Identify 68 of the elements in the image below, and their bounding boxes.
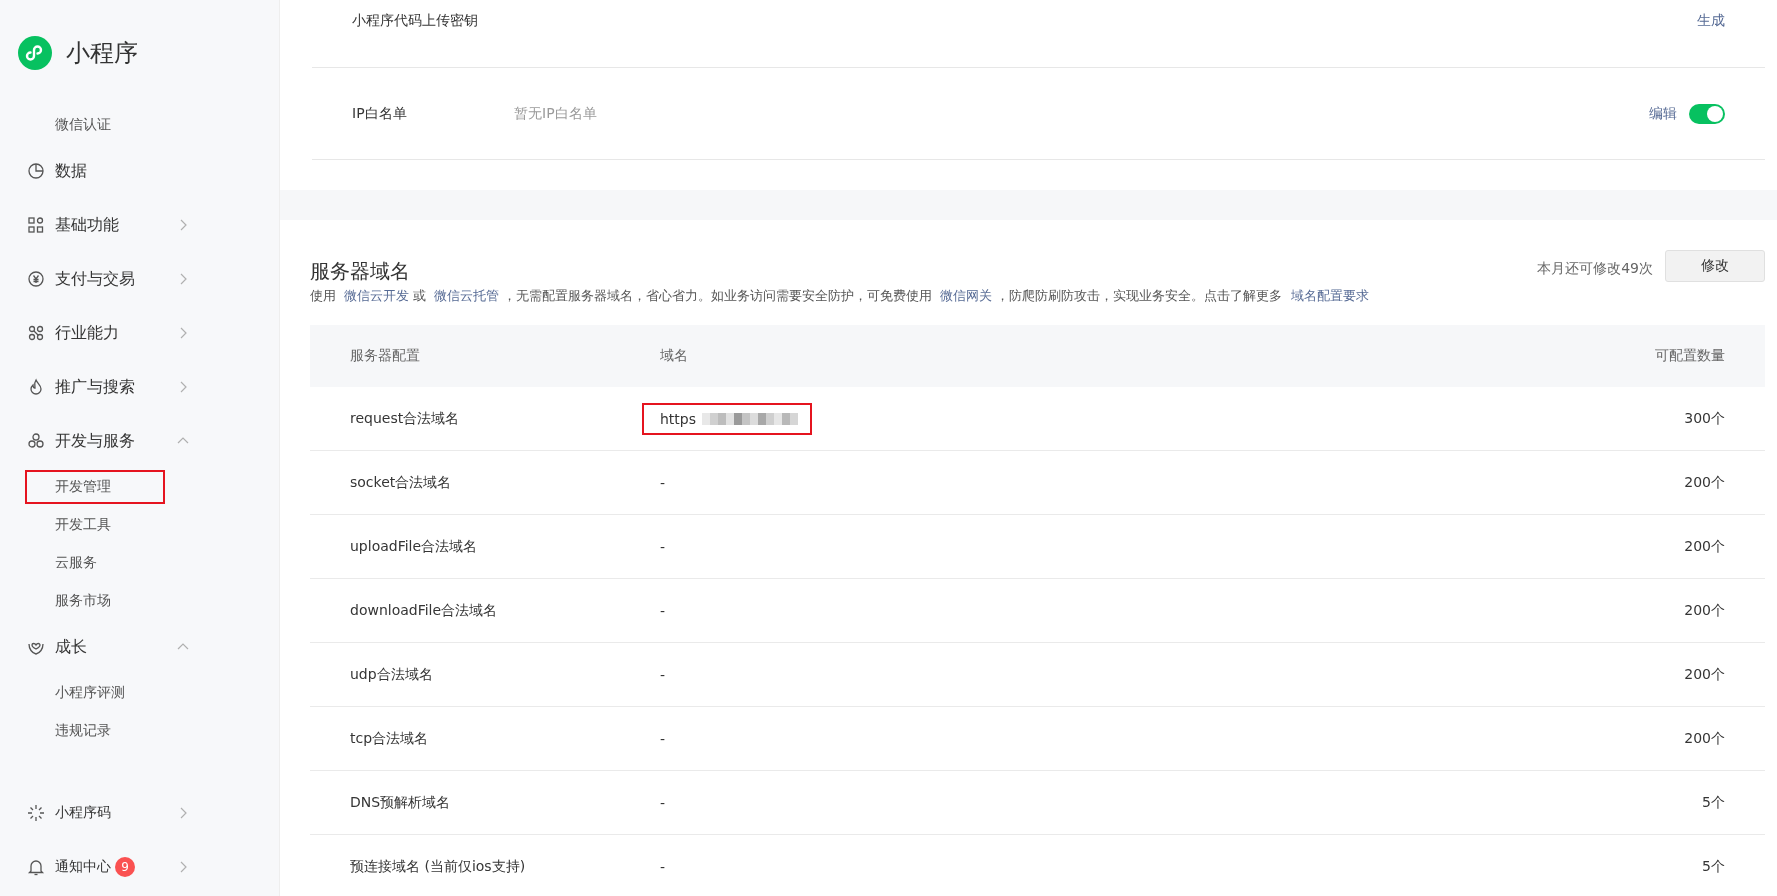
logo-icon [18, 36, 52, 70]
description-link[interactable]: 微信云开发 [344, 288, 410, 303]
table-cell: 200个 [1301, 642, 1765, 707]
count-badge: 9 [115, 857, 135, 877]
sidebar-item[interactable]: 微信认证 [25, 108, 141, 142]
table-cell: 200个 [1301, 706, 1765, 771]
table-cell-text: - [659, 729, 667, 749]
description-text: 使用 微信云开发 或 微信云托管 ，无需配置服务器域名，省心省力。如业务访问需要安全防护，可免费使用 微信网关 ，防爬防刷防攻击，实现业务安全。点击了解更多 域名配置要求 [310, 287, 1370, 305]
sidebar-item[interactable]: 违规记录 [25, 714, 141, 748]
table-cell: DNS预解析域名 [310, 770, 659, 835]
table-cell: 200个 [1301, 578, 1765, 643]
pie-chart-icon [27, 162, 45, 180]
sidebar-group[interactable]: 成长 [0, 620, 279, 674]
table-cell: 200个 [1301, 450, 1765, 515]
yen-icon [27, 270, 45, 288]
sidebar-item[interactable]: 开发管理 [25, 470, 165, 504]
setting-value: 暂无IP白名单 [514, 104, 597, 123]
sparkle-icon [27, 804, 45, 822]
sidebar-item[interactable]: 开发工具 [25, 508, 141, 542]
table-cell: downloadFile合法域名 [310, 578, 659, 643]
column-header: 可配置数量 [1301, 325, 1765, 387]
sidebar-group[interactable]: 开发与服务 [0, 414, 279, 468]
table-cell-text: - [659, 665, 667, 685]
sidebar-item[interactable]: 云服务 [25, 546, 127, 580]
table-cell-text: - [659, 473, 667, 493]
setting-label: IP白名单 [351, 104, 408, 123]
table-cell: request合法域名 [310, 387, 659, 451]
description-link[interactable]: 域名配置要求 [1290, 288, 1369, 303]
sidebar-group[interactable]: 数据 [0, 144, 279, 198]
app-title: 小程序 [66, 38, 138, 69]
sidebar-group[interactable]: 小程序码 [0, 786, 279, 840]
modify-button[interactable]: 修改 [1665, 250, 1765, 282]
action-link[interactable]: 生成 [1697, 12, 1725, 30]
table-cell: udp合法域名 [310, 642, 659, 707]
column-header: 域名 [659, 325, 1302, 387]
quota-text: 本月还可修改49次 [1537, 260, 1653, 278]
table-cell-text: - [659, 537, 667, 557]
nodes-icon [27, 324, 45, 342]
description-link[interactable]: 微信云托管 [434, 288, 500, 303]
table-cell: socket合法域名 [310, 450, 659, 515]
sidebar-group[interactable]: 推广与搜索 [0, 360, 279, 414]
setting-label: 小程序代码上传密钥 [351, 12, 479, 30]
table-cell-text: - [659, 601, 667, 621]
table-cell: 5个 [1301, 770, 1765, 835]
sidebar-group[interactable]: 行业能力 [0, 306, 279, 360]
table-cell: uploadFile合法域名 [310, 514, 659, 579]
column-header: 服务器配置 [310, 325, 659, 387]
table-cell: 200个 [1301, 514, 1765, 579]
sidebar-item[interactable]: 服务市场 [25, 584, 141, 618]
table-cell: 5个 [1301, 834, 1765, 896]
sidebar-item[interactable]: 小程序评测 [25, 676, 155, 710]
table-cell: tcp合法域名 [310, 706, 659, 771]
bell-icon [27, 858, 45, 876]
toggle-switch[interactable] [1689, 103, 1725, 124]
flame-icon [27, 378, 45, 396]
sidebar-group[interactable]: 支付与交易 [0, 252, 279, 306]
action-link[interactable]: 编辑 [1649, 104, 1677, 123]
sidebar-group[interactable]: 基础功能 [0, 198, 279, 252]
clover-icon [27, 432, 45, 450]
sidebar-group[interactable]: 通知中心 9 [0, 840, 279, 894]
grid-icon [27, 216, 45, 234]
table-cell-text: - [659, 857, 667, 877]
section-title: 服务器域名 [310, 258, 410, 285]
table-cell-text: - [659, 793, 667, 813]
table-cell: 300个 [1301, 387, 1765, 451]
description-link[interactable]: 微信网关 [940, 288, 993, 303]
table-cell: 预连接域名 (当前仅ios支持) [310, 834, 659, 896]
table-cell: https [642, 402, 813, 435]
